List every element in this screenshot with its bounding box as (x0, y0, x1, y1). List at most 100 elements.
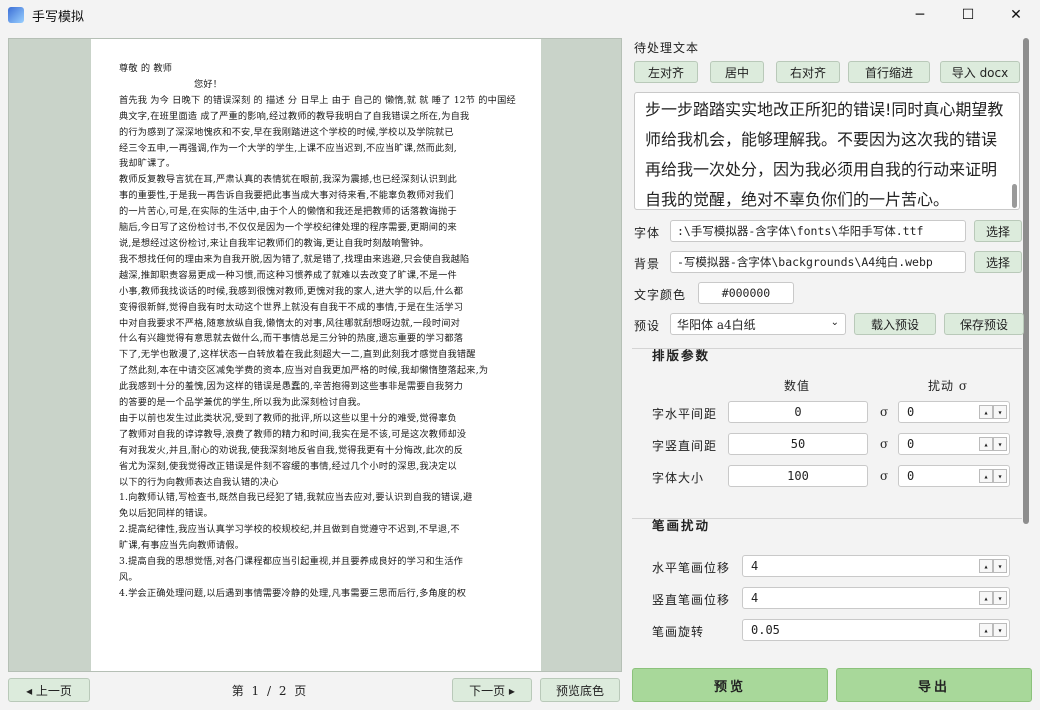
prev-page-button[interactable]: ◂ 上一页 (8, 678, 90, 702)
title-bar: 手写模拟 ─ ☐ ✕ (0, 0, 1040, 30)
sigma-symbol: σ (880, 437, 889, 451)
panel-scrollbar[interactable] (1023, 38, 1029, 524)
layout-row-label: 字竖直间距 (652, 439, 718, 453)
paper-line: 中对自我要求不严格,随意放纵自我,懒惰太的对事,风往哪就刮想呀边就,一段时间对 (119, 317, 461, 329)
paper-line: 变得很新鲜,觉得自我有时太动这个世界上就没有自我干不成的事情,于是在生活学习 (119, 301, 464, 313)
paper-line: 下了,无学也散漫了,这样状态一白转放着在我此刻超大一二,直到此刻我才感觉自我错醒 (119, 349, 476, 361)
background-label: 背景 (634, 257, 661, 271)
chevron-down-icon[interactable]: ▾ (993, 405, 1007, 419)
stroke-value-stepper-value: 4 (751, 559, 759, 573)
paper-line: 我却旷课了。 (119, 158, 176, 170)
paper-line: 越深,推卸职责容易更成一种习惯,而这种习惯养成了就难以去改变了旷课,不是一件 (119, 269, 457, 281)
value-column-header: 数值 (784, 379, 811, 393)
layout-jitter-stepper-value: 0 (907, 469, 915, 483)
paper-line: 教师反复教导言犹在耳,严肃认真的表情犹在眼前,我深为震撼,也已经深刻认识到此 (119, 174, 457, 186)
window-title: 手写模拟 (32, 9, 85, 25)
paper-line: 首先我 为今 日晚下 的错误深刻 的 描述 分 日早上 由于 自己的 懒惰,就 … (119, 94, 516, 106)
layout-group-title: 排版参数 (652, 348, 711, 363)
chevron-down-icon[interactable]: ▾ (993, 623, 1007, 637)
layout-params-group: 排版参数 数值 扰动 σ 字水平间距 0 σ 0 ▴ ▾ 字竖直间距 50 σ 0 ▴ ▾ 字体大小 10… (632, 348, 1022, 510)
chevron-up-icon[interactable]: ▴ (979, 623, 993, 637)
background-path-input[interactable]: -写模拟器-含字体\backgrounds\A4纯白.webp (670, 251, 966, 273)
paper-line: 有对我发火,并且,耐心的劝说我,使我深刻地反省自我,觉得我更有十分悔改,此次的反 (119, 444, 464, 456)
spin-arrows: ▴ ▾ (979, 559, 1007, 573)
chevron-up-icon[interactable]: ▴ (979, 437, 993, 451)
paper-preview: 尊敬 的 教师 您好！ 首先我 为今 日晚下 的错误深刻 的 描述 分 日早上 由于… (91, 39, 541, 671)
layout-jitter-stepper[interactable]: 0 ▴ ▾ (898, 465, 1010, 487)
stroke-row-label: 笔画旋转 (652, 625, 705, 639)
layout-row-label: 字体大小 (652, 471, 705, 485)
chevron-up-icon[interactable]: ▴ (979, 405, 993, 419)
chevron-down-icon[interactable]: ▾ (993, 559, 1007, 573)
import-docx-button[interactable]: 导入 docx (940, 61, 1020, 83)
chevron-up-icon[interactable]: ▴ (979, 469, 993, 483)
jitter-column-header: 扰动 σ (928, 379, 969, 393)
paper-line: 小事,教师我找谈话的时候,我感到很愧对教师,更愧对我的家人,进大学的以后,什么都 (119, 285, 464, 297)
chevron-down-icon[interactable]: ▾ (993, 591, 1007, 605)
sigma-symbol: σ (880, 469, 889, 483)
chevron-up-icon[interactable]: ▴ (979, 591, 993, 605)
page-indicator: 第 1 / 2 页 (231, 683, 309, 698)
align-left-button[interactable]: 左对齐 (634, 61, 698, 83)
stroke-value-stepper[interactable]: 4 ▴ ▾ (742, 555, 1010, 577)
paper-line: 1.向教师认错,写检查书,既然自我已经犯了错,我就应当去应对,要认识到自我的错误… (119, 492, 473, 504)
chevron-down-icon: ⌄ (830, 317, 839, 328)
stroke-row-label: 水平笔画位移 (652, 561, 731, 575)
layout-jitter-stepper[interactable]: 0 ▴ ▾ (898, 401, 1010, 423)
text-color-label: 文字颜色 (634, 288, 687, 302)
minimize-icon[interactable]: ─ (896, 0, 944, 30)
align-right-button[interactable]: 右对齐 (776, 61, 840, 83)
font-path-input[interactable]: :\手写模拟器-含字体\fonts\华阳手写体.ttf (670, 220, 966, 242)
text-input-line: 再给我一次处分，因为我必须用自我的行动来证明 (645, 160, 998, 179)
close-icon[interactable]: ✕ (992, 0, 1040, 30)
paper-line: 尊敬 的 教师 (119, 63, 173, 74)
paper-line: 我不想找任何的理由来为自我开脱,因为错了,就是错了,找理由来逃避,只会使自我越陷 (119, 253, 470, 265)
paper-line: 典文字,在班里面造 成了严重的影响,经过教师的教导我明白了自我错误之所在,为自我 (119, 110, 470, 122)
paper-line: 脑后,今日写了这份检讨书,不仅仅是因为一个学校纪律处理的程序需要,更期间的来 (119, 222, 457, 234)
stroke-value-stepper[interactable]: 4 ▴ ▾ (742, 587, 1010, 609)
paper-line: 说,是想经过这份检讨,来让自我牢记教师们的教诲,更让自我时刻敲响警钟。 (119, 237, 429, 249)
chevron-up-icon[interactable]: ▴ (979, 559, 993, 573)
stroke-value-stepper-value: 4 (751, 591, 759, 605)
preview-button[interactable]: 预览 (632, 668, 828, 702)
paper-line: 风。 (119, 572, 138, 583)
layout-value-input[interactable]: 100 (728, 465, 868, 487)
load-preset-button[interactable]: 载入预设 (854, 313, 936, 335)
center-button[interactable]: 居中 (710, 61, 764, 83)
text-section-label: 待处理文本 (634, 41, 700, 55)
spin-arrows: ▴ ▾ (979, 469, 1007, 483)
text-input-line: 师给我机会，能够理解我。不要因为这次我的错误 (645, 130, 998, 149)
stroke-group-title: 笔画扰动 (652, 518, 711, 533)
chevron-down-icon[interactable]: ▾ (993, 437, 1007, 451)
paper-line: 省尤为深刻,使我觉得改正错误是件刻不容缓的事情,经过几个小时的深思,我决定以 (119, 460, 457, 472)
save-preset-button[interactable]: 保存预设 (944, 313, 1024, 335)
maximize-icon[interactable]: ☐ (944, 0, 992, 30)
preview-bg-color-button[interactable]: 预览底色 (540, 678, 620, 702)
font-choose-button[interactable]: 选择 (974, 220, 1022, 242)
paper-line: 由于以前也发生过此类状况,受到了教师的批评,所以这些以里十分的难受,觉得辜负 (119, 412, 457, 424)
preset-select[interactable]: 华阳体 a4白纸 ⌄ (670, 313, 846, 335)
text-color-input[interactable]: #000000 (698, 282, 794, 304)
first-line-indent-button[interactable]: 首行缩进 (848, 61, 930, 83)
stroke-jitter-group: 笔画扰动 水平笔画位移 4 ▴ ▾ 竖直笔画位移 4 ▴ ▾ 笔画旋转 0.05 ▴ ▾ (632, 518, 1022, 664)
next-page-button[interactable]: 下一页 ▸ (452, 678, 532, 702)
text-input[interactable]: 步一步踏踏实实地改正所犯的错误!同时真心期望教 师给我机会，能够理解我。不要因为这… (634, 92, 1020, 210)
preview-area: 尊敬 的 教师 您好！ 首先我 为今 日晚下 的错误深刻 的 描述 分 日早上 由于… (8, 38, 622, 672)
paper-line: 的一片苦心,可是,在实际的生活中,由于个人的懒惰和我还是把教师的话落教诲抛于 (119, 206, 457, 218)
preset-label: 预设 (634, 319, 661, 333)
text-scrollbar[interactable] (1012, 184, 1017, 208)
background-choose-button[interactable]: 选择 (974, 251, 1022, 273)
sigma-symbol: σ (880, 405, 889, 419)
layout-jitter-stepper[interactable]: 0 ▴ ▾ (898, 433, 1010, 455)
stroke-row-label: 竖直笔画位移 (652, 593, 731, 607)
paper-line: 旷课,有事应当先向教师请假。 (119, 540, 245, 552)
chevron-down-icon[interactable]: ▾ (993, 469, 1007, 483)
settings-panel: 待处理文本 左对齐 居中 右对齐 首行缩进 导入 docx 步一步踏踏实实地改正… (630, 36, 1030, 664)
layout-value-input[interactable]: 50 (728, 433, 868, 455)
paper-line: 以下的行为向教师表达自我认错的决心 (119, 476, 279, 488)
layout-value-input-value: 50 (790, 437, 806, 451)
export-button[interactable]: 导出 (836, 668, 1032, 702)
layout-value-input[interactable]: 0 (728, 401, 868, 423)
layout-jitter-stepper-value: 0 (907, 405, 915, 419)
stroke-value-stepper[interactable]: 0.05 ▴ ▾ (742, 619, 1010, 641)
